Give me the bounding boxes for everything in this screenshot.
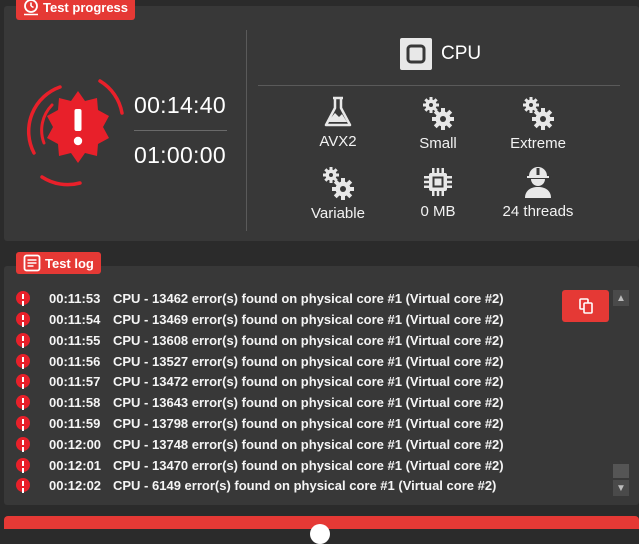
log-document-icon <box>23 254 41 272</box>
error-icon <box>16 478 30 492</box>
cpu-title: CPU <box>400 38 481 70</box>
log-entry: 00:11:56 CPU - 13527 error(s) found on ph… <box>16 351 504 371</box>
log-time: 00:11:53 <box>49 290 101 306</box>
arrow-down-icon: ▼ <box>616 482 626 494</box>
log-text: CPU - 13527 error(s) found on physical c… <box>113 353 504 369</box>
timer-icon <box>24 0 38 16</box>
elapsed-time: 00:14:40 <box>134 92 226 118</box>
copy-log-button[interactable] <box>562 290 609 322</box>
gears-icon <box>523 97 554 130</box>
log-entry: 00:11:58 CPU - 13643 error(s) found on ph… <box>16 392 504 412</box>
log-entry: 00:12:00 CPU - 13748 error(s) found on ph… <box>16 434 504 454</box>
arrow-up-icon: ▲ <box>616 292 626 304</box>
error-icon <box>16 312 30 326</box>
log-time: 00:11:59 <box>49 415 101 431</box>
log-text: CPU - 13643 error(s) found on physical c… <box>113 394 504 410</box>
log-text: CPU - 6149 error(s) found on physical co… <box>113 477 497 493</box>
scroll-up-button[interactable]: ▲ <box>613 290 629 306</box>
total-time: 01:00:00 <box>134 142 226 168</box>
stat-label: Extreme <box>510 135 566 152</box>
log-text: CPU - 13470 error(s) found on physical c… <box>113 457 504 473</box>
log-time: 00:11:55 <box>49 332 101 348</box>
log-entry: 00:12:01 CPU - 13470 error(s) found on ph… <box>16 455 504 475</box>
error-icon <box>16 291 30 305</box>
log-text: CPU - 13608 error(s) found on physical c… <box>113 332 504 348</box>
stat-label: 0 MB <box>420 203 456 220</box>
cpu-title-label: CPU <box>441 43 482 64</box>
cpu-square-icon <box>400 38 432 70</box>
time-divider <box>134 130 227 131</box>
log-entry: 00:12:02 CPU - 6149 error(s) found on phy… <box>16 475 496 495</box>
stat-intensity: Extreme <box>483 95 593 152</box>
horizontal-divider <box>258 85 620 86</box>
test-progress-tag: Test progress <box>16 0 136 20</box>
scroll-down-button[interactable]: ▼ <box>613 480 629 496</box>
error-icon <box>16 374 30 388</box>
log-entry: 00:11:55 CPU - 13608 error(s) found on ph… <box>16 330 504 350</box>
log-text: CPU - 13462 error(s) found on physical c… <box>113 290 504 306</box>
error-icon <box>16 333 30 347</box>
vertical-divider <box>246 30 247 231</box>
log-time: 00:11:58 <box>49 394 101 410</box>
error-icon <box>16 458 30 472</box>
error-icon <box>16 395 30 409</box>
test-log-tag: Test log <box>16 252 101 274</box>
log-entry: 00:11:59 CPU - 13798 error(s) found on ph… <box>16 413 504 433</box>
stat-fft-size: Small <box>383 95 493 152</box>
log-text: CPU - 13748 error(s) found on physical c… <box>113 436 504 452</box>
log-entry: 00:11:54 CPU - 13469 error(s) found on ph… <box>16 309 504 329</box>
stat-memory: 0 MB <box>383 165 493 220</box>
bottom-action-icon[interactable] <box>310 524 330 544</box>
scrollbar-thumb[interactable] <box>613 464 629 478</box>
log-text: CPU - 13469 error(s) found on physical c… <box>113 311 504 327</box>
error-status-icon <box>26 79 124 187</box>
stat-label: 24 threads <box>502 203 574 220</box>
log-text: CPU - 13472 error(s) found on physical c… <box>113 373 504 389</box>
stat-label: Variable <box>311 205 365 222</box>
stat-mode: Variable <box>283 165 393 222</box>
error-icon <box>16 416 30 430</box>
log-time: 00:11:56 <box>49 353 101 369</box>
worker-icon <box>525 167 551 198</box>
log-entry: 00:11:57 CPU - 13472 error(s) found on ph… <box>16 371 504 391</box>
gears-icon <box>423 97 454 130</box>
test-progress-label: Test progress <box>43 0 129 15</box>
test-log-label: Test log <box>45 255 94 271</box>
stat-label: Small <box>419 135 457 152</box>
copy-icon <box>578 298 593 314</box>
chip-icon <box>424 168 452 196</box>
log-time: 00:12:00 <box>49 436 102 452</box>
log-entry: 00:11:53 CPU - 13462 error(s) found on ph… <box>16 288 504 308</box>
error-icon <box>16 437 30 451</box>
stat-label: AVX2 <box>319 133 357 150</box>
log-text: CPU - 13798 error(s) found on physical c… <box>113 415 504 431</box>
stat-threads: 24 threads <box>483 165 593 220</box>
log-time: 00:11:54 <box>49 311 101 327</box>
gears-icon <box>323 167 354 200</box>
flask-icon <box>324 96 352 127</box>
error-icon <box>16 354 30 368</box>
log-time: 00:12:01 <box>49 457 102 473</box>
stat-instruction-set: AVX2 <box>283 95 393 150</box>
log-time: 00:11:57 <box>49 373 101 389</box>
log-time: 00:12:02 <box>49 477 102 493</box>
